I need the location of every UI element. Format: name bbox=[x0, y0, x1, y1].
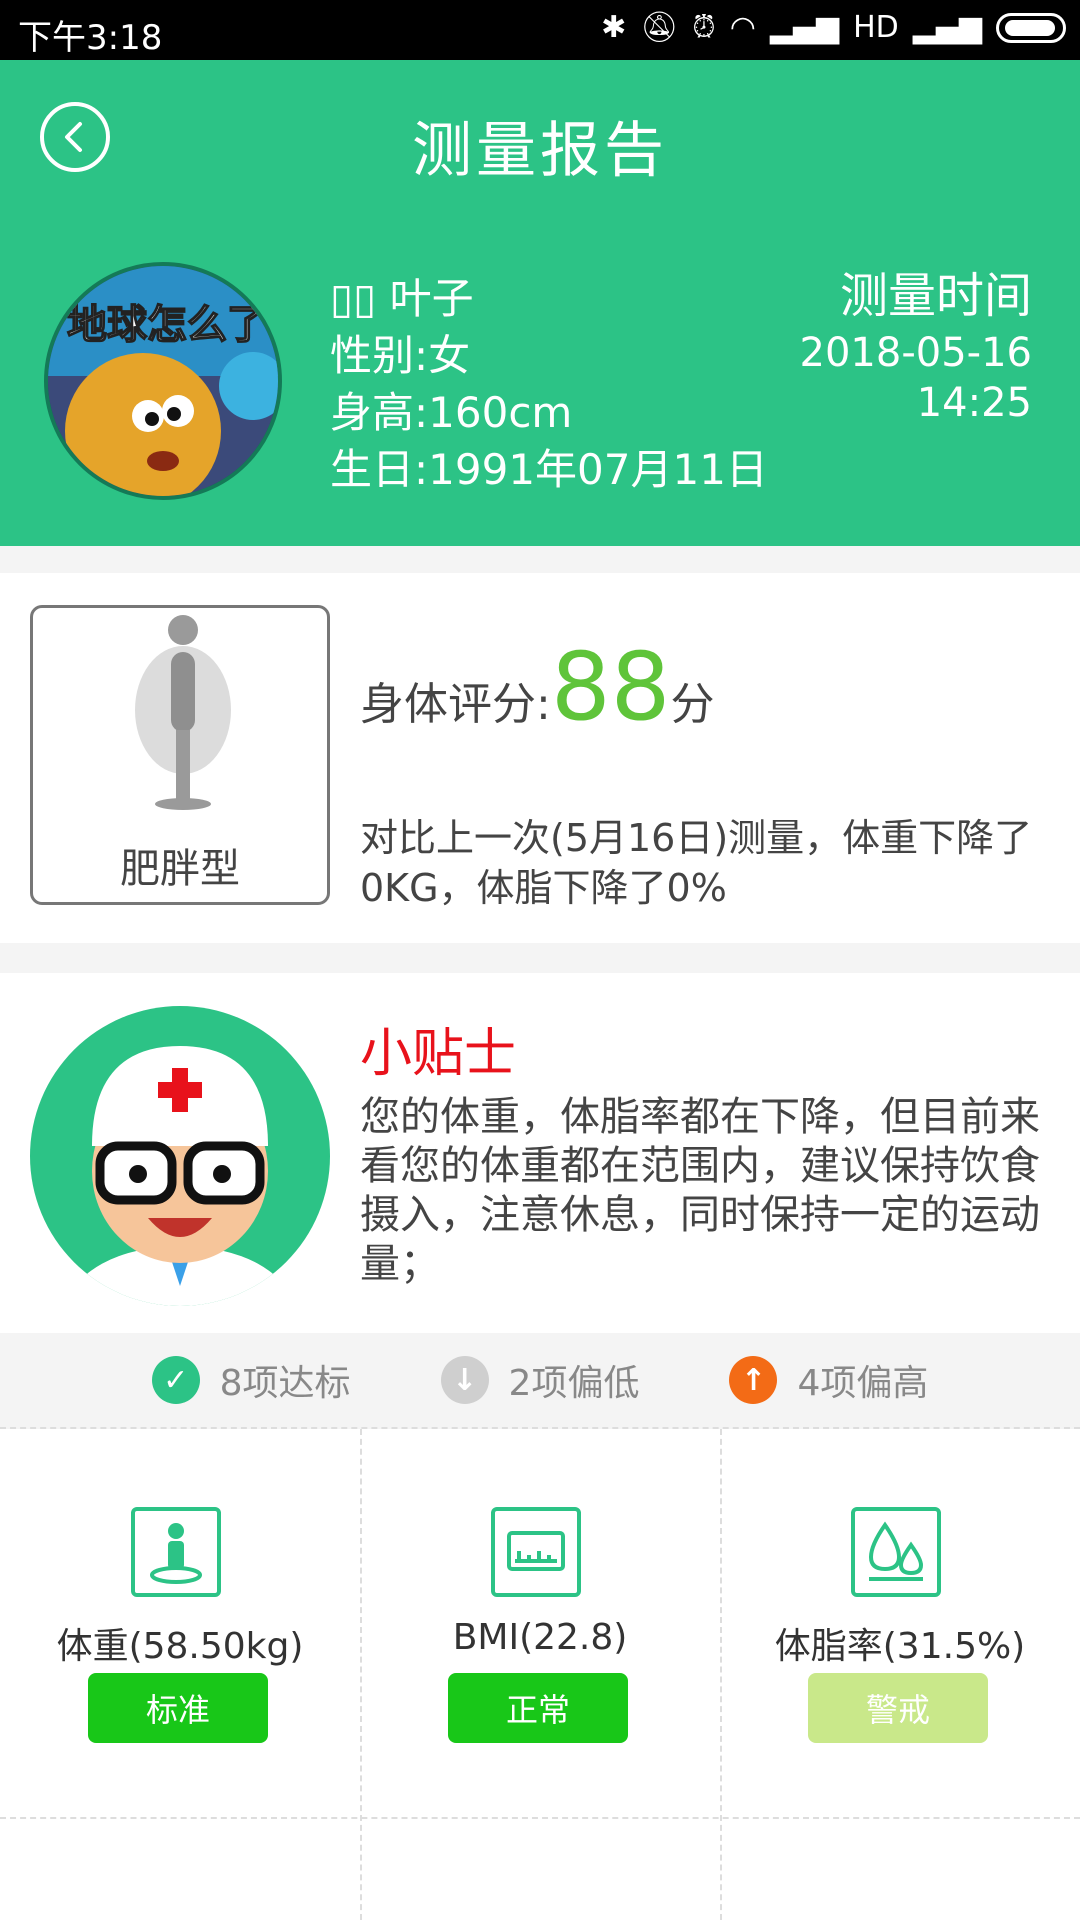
user-name-row: ▯▯ 叶子 bbox=[330, 270, 768, 327]
arrow-down-circle-icon: ↓ bbox=[440, 1356, 489, 1404]
tips-text: 您的体重，体脂率都在下降，但目前来看您的体重都在范围内，建议保持饮食摄入，注意休… bbox=[360, 1094, 1040, 1287]
avatar-title: 地球怎么了 bbox=[67, 302, 267, 348]
name-prefix: ▯▯ bbox=[330, 274, 377, 323]
summary-low-label: 2项偏低 bbox=[508, 1363, 640, 1404]
bmi-scale-icon bbox=[491, 1507, 581, 1597]
bluetooth-icon: ✱ bbox=[601, 10, 627, 45]
score-value: 88 bbox=[550, 633, 671, 742]
metric-bmi[interactable]: BMI(22.8) 正常 bbox=[360, 1429, 720, 1817]
arrow-up-circle-icon: ↑ bbox=[729, 1356, 778, 1404]
signal-icon: ▂▄▆ bbox=[769, 10, 840, 45]
user-profile: ▯▯ 叶子 性别:女 身高:160cm 生日:1991年07月11日 bbox=[330, 270, 768, 498]
summary-normal-label: 8项达标 bbox=[219, 1363, 351, 1404]
metric-status-badge: 警戒 bbox=[808, 1673, 988, 1743]
user-birthday: 生日:1991年07月11日 bbox=[330, 445, 768, 494]
status-time: 下午3:18 bbox=[18, 18, 163, 58]
summary-bar: ✓ 8项达标 ↓ 2项偏低 ↑ 4项偏高 bbox=[0, 1333, 1080, 1429]
status-bar: 下午3:18 ✱ 🔕︎ ⏰︎ ◠ ▂▄▆ HD ▂▄▆ bbox=[0, 0, 1080, 60]
page-title: 测量报告 bbox=[412, 116, 668, 186]
user-gender: 性别:女 bbox=[330, 331, 471, 380]
status-icons: ✱ 🔕︎ ⏰︎ ◠ ▂▄▆ HD ▂▄▆ bbox=[601, 10, 1066, 45]
avatar-image: 地球怎么了 bbox=[48, 266, 278, 496]
score-line: 身体评分:88分 bbox=[360, 633, 714, 742]
report-header: 测量报告 地球怎么了 ▯▯ 叶子 性别:女 身高:160cm 生日:1991年0… bbox=[0, 60, 1080, 546]
doctor-icon bbox=[70, 1046, 290, 1306]
score-label: 身体评分: bbox=[360, 679, 551, 730]
measure-date: 2018-05-16 bbox=[799, 330, 1032, 376]
wifi-icon: ◠ bbox=[729, 10, 756, 45]
battery-icon bbox=[996, 12, 1066, 43]
measure-clock: 14:25 bbox=[916, 380, 1032, 426]
body-type-card[interactable]: 肥胖型 bbox=[30, 605, 330, 905]
score-unit: 分 bbox=[670, 679, 715, 730]
user-name: 叶子 bbox=[389, 274, 474, 323]
metric-label: BMI(22.8) bbox=[452, 1617, 628, 1658]
score-card: 肥胖型 身体评分:88分 对比上一次(5月16日)测量，体重下降了0KG，体脂下… bbox=[0, 573, 1080, 943]
metric-status-badge: 正常 bbox=[448, 1673, 628, 1743]
metric-body-fat[interactable]: 体脂率(31.5%) 警戒 bbox=[720, 1429, 1080, 1817]
metric-weight[interactable]: 体重(58.50kg) 标准 bbox=[0, 1429, 360, 1817]
tips-card: 小贴士 您的体重，体脂率都在下降，但目前来看您的体重都在范围内，建议保持饮食摄入… bbox=[0, 973, 1080, 1333]
doctor-avatar bbox=[30, 1006, 330, 1306]
measure-time-label: 测量时间 bbox=[839, 268, 1032, 324]
summary-high-label: 4项偏高 bbox=[797, 1363, 929, 1404]
signal-icon-2: ▂▄▆ bbox=[912, 10, 982, 45]
person-scale-icon bbox=[131, 1507, 221, 1597]
check-circle-icon: ✓ bbox=[151, 1356, 200, 1404]
mute-icon: 🔕︎ bbox=[640, 10, 679, 45]
network-type: HD bbox=[853, 10, 899, 45]
summary-normal[interactable]: ✓ 8项达标 bbox=[151, 1354, 351, 1406]
tips-title: 小贴士 bbox=[360, 1024, 517, 1084]
body-type-label: 肥胖型 bbox=[120, 846, 240, 892]
metric-label: 体脂率(31.5%) bbox=[774, 1626, 1026, 1667]
summary-low[interactable]: ↓ 2项偏低 bbox=[440, 1354, 640, 1406]
metrics-grid: 体重(58.50kg) 标准 BMI(22.8) 正常 体脂率(31.5%) 警… bbox=[0, 1429, 1080, 1920]
metric-label: 体重(58.50kg) bbox=[56, 1626, 304, 1667]
summary-high[interactable]: ↑ 4项偏高 bbox=[729, 1354, 928, 1406]
metric-status-badge: 标准 bbox=[88, 1673, 268, 1743]
body-figure-icon bbox=[135, 615, 231, 810]
grid-divider bbox=[0, 1817, 1080, 1819]
measure-time: 测量时间 2018-05-16 14:25 bbox=[800, 264, 1032, 428]
compare-text: 对比上一次(5月16日)测量，体重下降了0KG，体脂下降了0% bbox=[360, 816, 1033, 910]
fat-drops-icon bbox=[851, 1507, 941, 1597]
avatar[interactable]: 地球怎么了 bbox=[44, 262, 282, 500]
user-height: 身高:160cm bbox=[330, 388, 573, 437]
alarm-icon: ⏰︎ bbox=[692, 10, 716, 45]
